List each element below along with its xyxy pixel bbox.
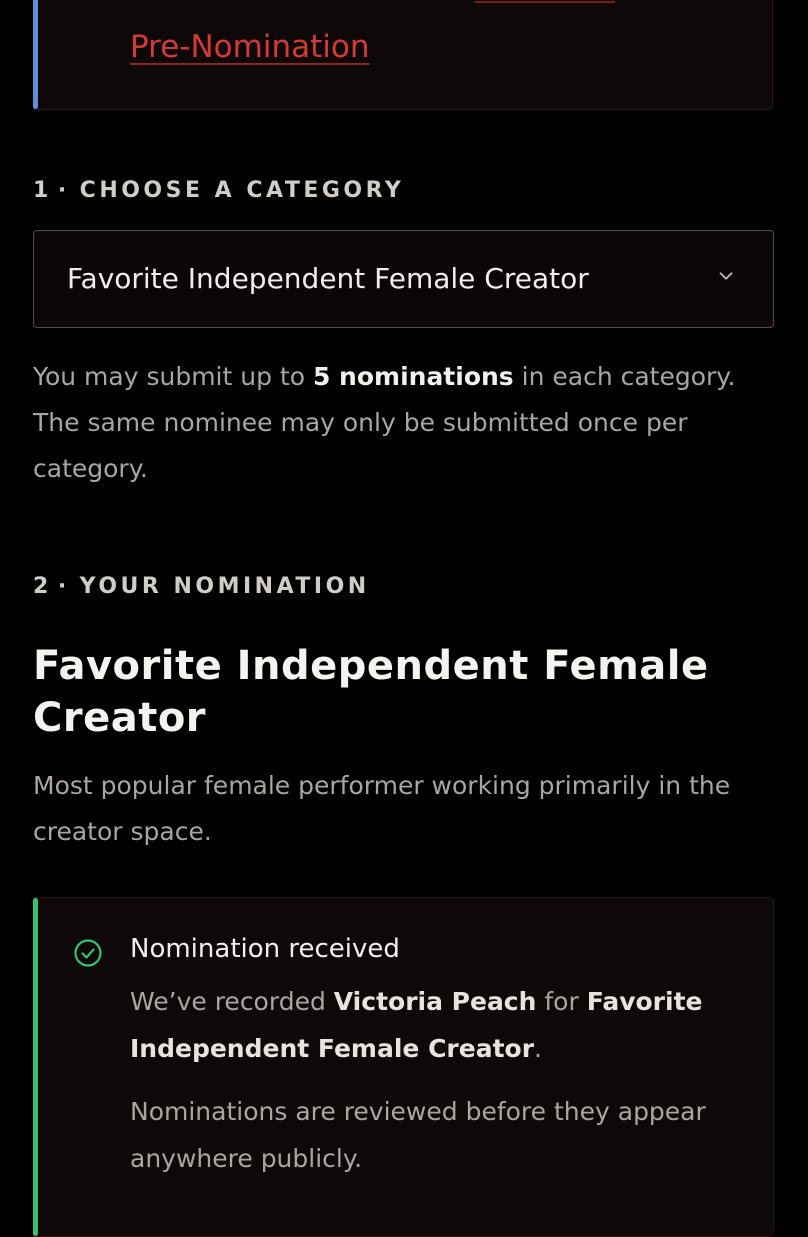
step-2-number: 2 (33, 574, 52, 599)
chevron-down-icon (719, 272, 733, 280)
step-1-separator: · (57, 178, 70, 203)
category-select-value: Favorite Independent Female Creator (67, 262, 589, 295)
success-msg-prefix: We’ve recorded (130, 987, 334, 1016)
category-description: Most popular female performer working pr… (33, 771, 731, 846)
step-1-label: 1 · CHOOSE A CATEGORY (33, 178, 404, 203)
step-1-title: CHOOSE A CATEGORY (79, 178, 405, 203)
pre-nomination-link[interactable]: Pre-Nomination (130, 29, 369, 65)
success-msg-suffix: . (534, 1034, 542, 1063)
rules-text-1: You may submit up to (33, 362, 313, 391)
success-title: Nomination received (130, 934, 400, 964)
info-card-link-fragment (475, 0, 615, 3)
nominee-name: Victoria Peach (333, 987, 537, 1016)
step-2-label: 2 · YOUR NOMINATION (33, 574, 370, 599)
step-2-separator: · (57, 574, 70, 599)
review-note: Nominations are reviewed before they app… (130, 1097, 706, 1173)
step-1-number: 1 (33, 178, 52, 203)
success-card-accent (33, 898, 38, 1236)
success-msg-middle: for (536, 987, 587, 1016)
nomination-success-card: Nomination received We’ve recorded Victo… (33, 897, 774, 1237)
nomination-category-title: Favorite Independent Female Creator (33, 643, 709, 741)
rules-limit: 5 nominations (312, 362, 514, 391)
info-card-accent (33, 0, 38, 109)
category-select[interactable]: Favorite Independent Female Creator (33, 230, 774, 328)
step-2-title: YOUR NOMINATION (79, 574, 370, 599)
info-card: Pre-Nomination (33, 0, 773, 110)
check-circle-icon (74, 939, 102, 967)
success-message: We’ve recorded Victoria Peach for Favori… (130, 978, 750, 1072)
nomination-rules: You may submit up to 5 nominations in ea… (33, 354, 773, 492)
